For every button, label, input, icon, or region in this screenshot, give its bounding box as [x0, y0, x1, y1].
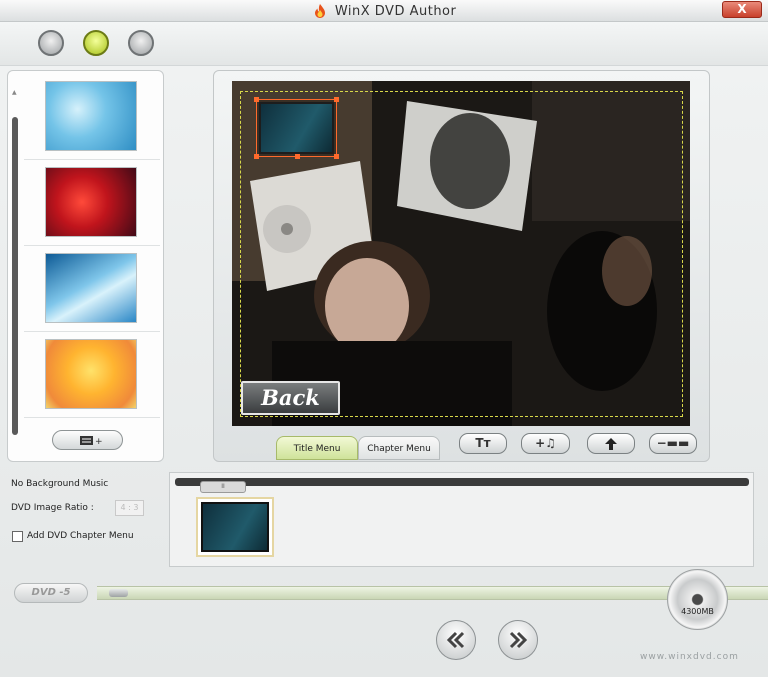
menu-preview[interactable]: Back: [232, 81, 690, 426]
double-chevron-left-icon: [446, 631, 465, 649]
background-thumbnail[interactable]: [45, 339, 137, 409]
timeline-scroll-thumb[interactable]: II: [200, 481, 246, 493]
title-thumbnail-image: [259, 102, 334, 154]
resize-handle[interactable]: [334, 154, 339, 159]
title-bar: WinX DVD Author X: [0, 0, 768, 22]
step-toolbar: [0, 22, 768, 66]
add-background-button[interactable]: +: [52, 430, 123, 450]
ratio-selector[interactable]: 4 : 3: [115, 500, 144, 516]
step-1-button[interactable]: [38, 30, 64, 56]
scrollbar-thumb[interactable]: [12, 117, 18, 435]
back-button[interactable]: Back: [241, 381, 340, 415]
resize-handle[interactable]: [334, 97, 339, 102]
divider: [24, 245, 160, 246]
title-clip-item[interactable]: [196, 497, 274, 557]
background-thumbnail[interactable]: [45, 253, 137, 323]
scroll-up-icon[interactable]: ▲: [12, 89, 17, 96]
close-button[interactable]: X: [722, 1, 762, 18]
double-chevron-right-icon: [509, 631, 528, 649]
background-thumbnail[interactable]: [45, 167, 137, 237]
dvd-disc-icon: [667, 569, 728, 630]
step-3-button[interactable]: [128, 30, 154, 56]
window-title: WinX DVD Author: [334, 3, 457, 19]
timeline-scrollbar[interactable]: II: [175, 478, 749, 493]
add-list-icon: +: [80, 436, 103, 447]
step-2-button[interactable]: [83, 30, 109, 56]
dvd-type-badge[interactable]: DVD -5: [14, 583, 88, 603]
divider: [24, 331, 160, 332]
background-scrollbar[interactable]: ▲: [10, 73, 20, 459]
chapter-menu-checkbox[interactable]: [12, 531, 23, 542]
title-timeline: II: [169, 472, 754, 567]
tab-title-menu[interactable]: Title Menu: [276, 436, 358, 460]
remove-button[interactable]: −▬▬: [649, 433, 697, 454]
svg-text:+: +: [95, 437, 103, 447]
divider: [24, 159, 160, 160]
background-thumbnail[interactable]: [45, 81, 137, 151]
up-arrow-icon: [605, 438, 617, 450]
chapter-menu-label: Add DVD Chapter Menu: [27, 531, 134, 541]
app-window: WinX DVD Author X ▲ + Back Title Menu Ch…: [0, 0, 768, 677]
resize-handle[interactable]: [254, 154, 259, 159]
music-status: No Background Music: [11, 479, 109, 489]
add-music-button[interactable]: +♫: [521, 433, 570, 454]
background-panel: ▲ +: [7, 70, 164, 462]
ratio-label: DVD Image Ratio :: [11, 503, 94, 513]
previous-button[interactable]: [436, 620, 476, 660]
move-up-button[interactable]: [587, 433, 635, 454]
next-button[interactable]: [498, 620, 538, 660]
title-clip-image: [201, 502, 269, 552]
website-link[interactable]: www.winxdvd.com: [640, 652, 739, 662]
add-text-button[interactable]: Tт: [459, 433, 507, 454]
divider: [24, 417, 160, 418]
resize-handle[interactable]: [295, 154, 300, 159]
title-thumbnail-button[interactable]: [254, 97, 339, 159]
winx-logo-icon: [312, 3, 328, 19]
capacity-fill: [109, 589, 128, 597]
resize-handle[interactable]: [254, 97, 259, 102]
disc-capacity-label: 4300MB: [681, 607, 714, 616]
tab-chapter-menu[interactable]: Chapter Menu: [358, 436, 440, 460]
